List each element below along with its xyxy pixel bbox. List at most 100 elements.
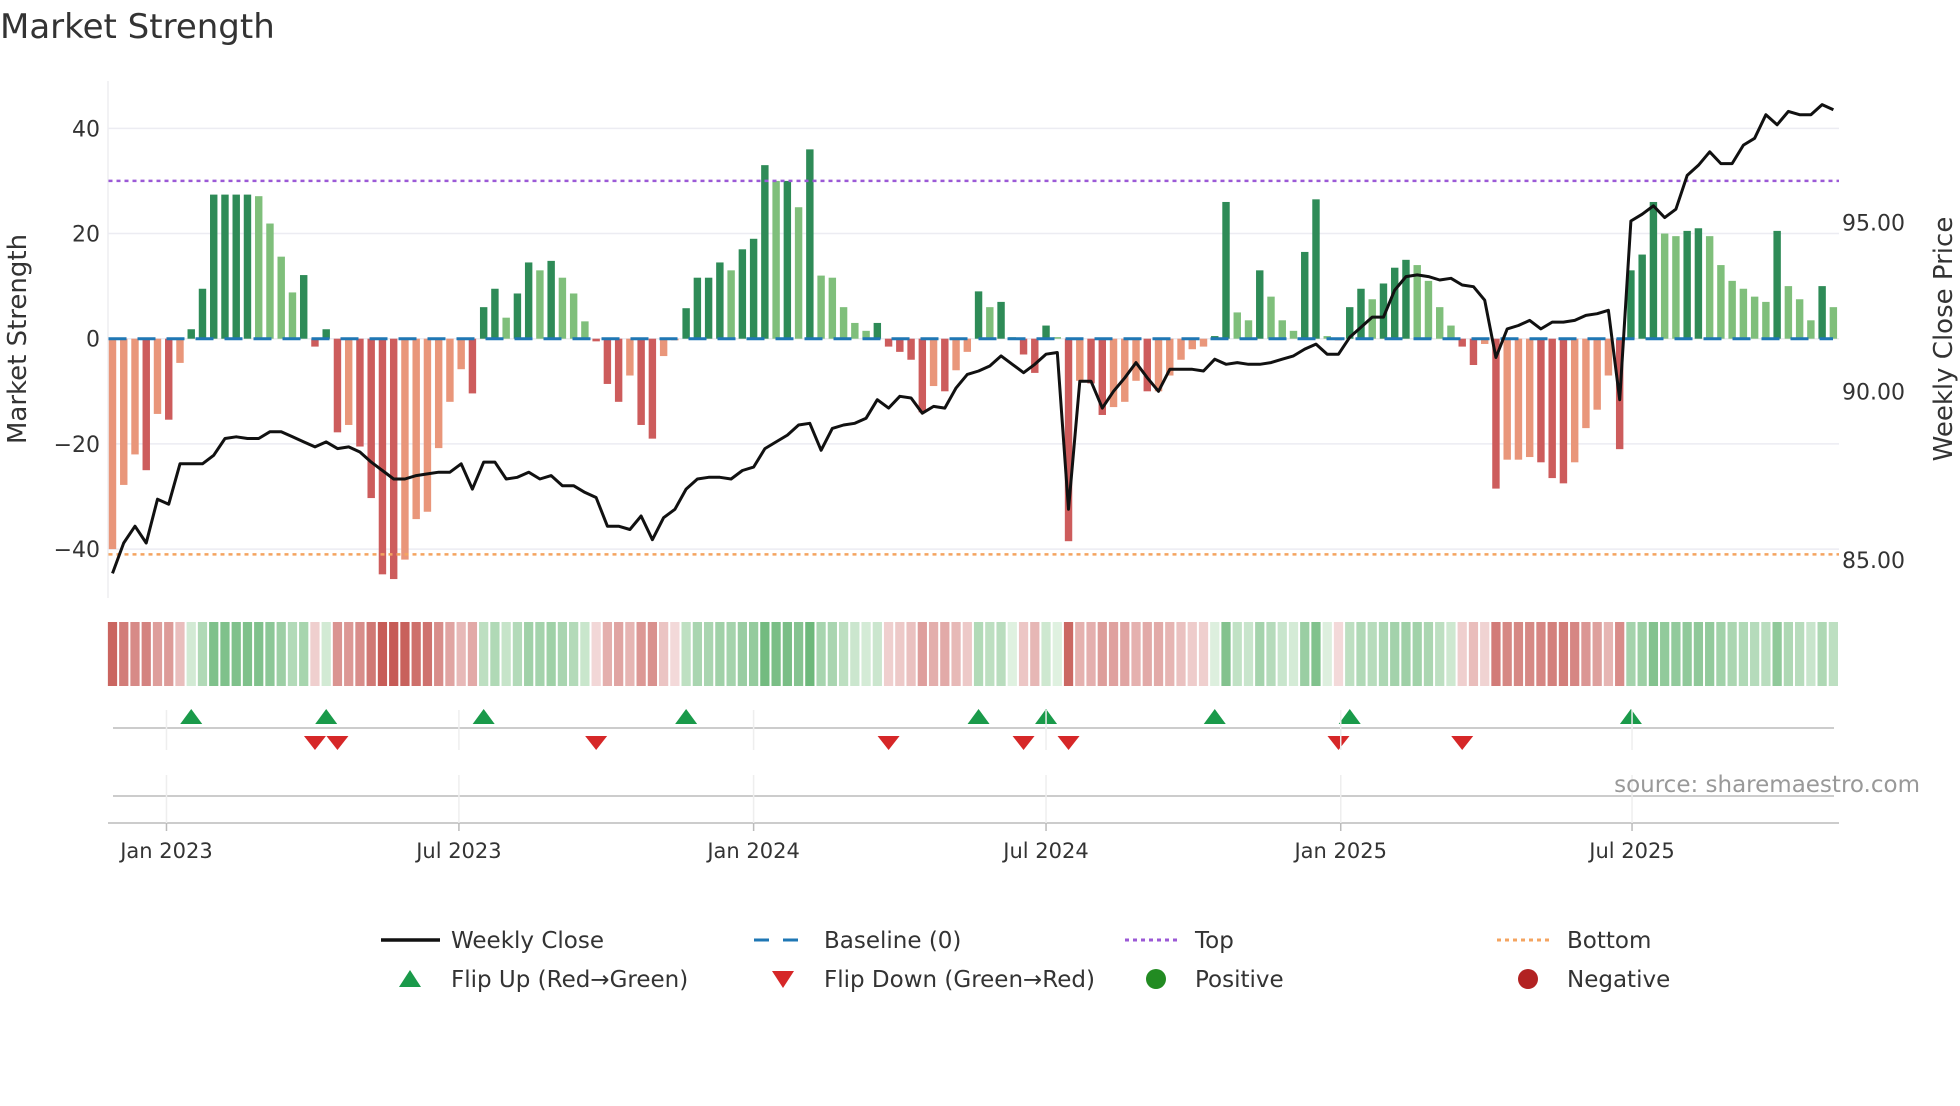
strength-bar	[536, 270, 544, 339]
strength-strip-cell	[231, 622, 241, 686]
strength-bar	[1537, 338, 1545, 463]
strength-bar	[761, 165, 769, 339]
strength-strip-cell	[1300, 622, 1310, 686]
flip-down-marker	[1057, 736, 1080, 750]
strength-bar	[896, 338, 904, 352]
strength-strip-cell	[591, 622, 601, 686]
strength-strip-cell	[760, 622, 770, 686]
strength-bar	[941, 338, 949, 392]
strength-strip-cell	[1592, 622, 1602, 686]
strength-strip-cell	[962, 622, 972, 686]
strength-strip-cell	[321, 622, 331, 686]
strength-strip-cell	[1007, 622, 1017, 686]
strength-strip-cell	[1165, 622, 1175, 686]
strength-bar	[1087, 338, 1095, 384]
strength-bar	[1694, 228, 1703, 339]
y2-tick-label: 95.00	[1842, 212, 1905, 237]
strength-bar	[176, 338, 184, 363]
strength-strip-cell	[1221, 622, 1231, 686]
strength-bar	[266, 223, 274, 339]
strength-strip-cell	[1536, 622, 1546, 686]
strength-bar	[603, 338, 612, 384]
flip-down-marker	[1327, 736, 1350, 750]
strength-bar	[581, 321, 589, 339]
strength-bar	[1199, 338, 1208, 347]
strength-bar	[1784, 286, 1793, 339]
strength-strip-cell	[209, 622, 219, 686]
strength-strip-cell	[197, 622, 208, 686]
strength-bar	[333, 338, 342, 433]
legend-circle-red-icon	[1518, 969, 1538, 989]
strength-strip-cell	[1086, 622, 1096, 686]
strength-bar	[1064, 338, 1073, 542]
strength-bar	[1177, 338, 1185, 360]
flip-up-marker	[967, 709, 990, 724]
strength-strip-cell	[940, 622, 950, 686]
strength-strip-cell	[1525, 622, 1535, 686]
strength-bar	[1244, 320, 1253, 339]
x-tick-label: Jul 2025	[1587, 839, 1674, 863]
strength-bar	[682, 308, 690, 339]
strength-bar	[547, 260, 555, 339]
legend-triangle-down-icon	[772, 971, 794, 988]
strength-bar	[299, 275, 308, 339]
strength-strip-cell	[1637, 622, 1647, 686]
strength-strip-cell	[242, 622, 253, 686]
strength-strip-cell	[703, 622, 714, 686]
strength-strip-cell	[1660, 622, 1670, 686]
strength-strip-cell	[1052, 622, 1062, 686]
strength-bar	[952, 338, 960, 371]
strength-bar	[704, 277, 713, 339]
flip-up-marker	[180, 709, 203, 724]
strength-bar	[1705, 236, 1714, 339]
flip-down-marker	[303, 736, 326, 750]
strength-strip-cell	[569, 622, 579, 686]
strength-strip-cell	[501, 622, 511, 686]
strength-strip-cell	[175, 622, 185, 686]
strength-strip-cell	[1243, 622, 1254, 686]
x-tick-label: Jan 2023	[118, 839, 213, 863]
strength-strip-cell	[377, 622, 388, 686]
strength-bar	[1683, 230, 1691, 339]
strength-bar	[187, 329, 195, 339]
legend-line-label: Weekly Close	[451, 928, 604, 954]
source-credit: source: sharemaestro.com	[1614, 772, 1920, 798]
strength-bar	[986, 307, 994, 339]
strength-bar	[243, 194, 252, 339]
strength-strip-cell	[1131, 622, 1141, 686]
strength-strip-cell	[973, 622, 984, 686]
strength-bar	[806, 149, 814, 339]
strength-bar	[1222, 201, 1230, 339]
strength-strip-cell	[1581, 622, 1591, 686]
strength-bar	[412, 338, 420, 520]
flip-down-marker	[1451, 736, 1474, 750]
strength-bar	[367, 338, 375, 499]
strength-strip-cell	[422, 622, 433, 686]
strength-bar	[1807, 320, 1815, 339]
strength-bar	[153, 338, 162, 414]
strength-bar	[524, 262, 533, 339]
flip-up-marker	[472, 709, 495, 724]
strength-bar	[1829, 307, 1838, 339]
market-strength-chart: Market Strength Market Strength Weekly C…	[0, 7, 1959, 993]
x-axis: Jan 2023 Jul 2023 Jan 2024 Jul 2024 Jan 2025…	[108, 710, 1839, 863]
strength-strip-cell	[625, 622, 635, 686]
y2-tick-label: 85.00	[1842, 549, 1905, 574]
strength-strip-cell	[411, 622, 421, 686]
strength-strip-cell	[1210, 622, 1220, 686]
strength-strip-cell	[602, 622, 613, 686]
strength-strip-cell	[895, 622, 905, 686]
strength-strip-cell	[1108, 622, 1119, 686]
strength-bar	[1604, 338, 1613, 376]
strength-bar	[1818, 286, 1826, 339]
strength-strip-cell	[771, 622, 781, 686]
strength-strip-cell	[1367, 622, 1377, 686]
strength-bar	[468, 338, 477, 394]
strength-bar	[513, 293, 522, 339]
strength-strip-cell	[1390, 622, 1400, 686]
strength-bar	[1076, 338, 1084, 381]
strength-strip-cell	[1120, 622, 1130, 686]
strength-bar	[1121, 338, 1129, 402]
strength-bar	[592, 338, 600, 342]
strength-bar	[884, 338, 893, 347]
